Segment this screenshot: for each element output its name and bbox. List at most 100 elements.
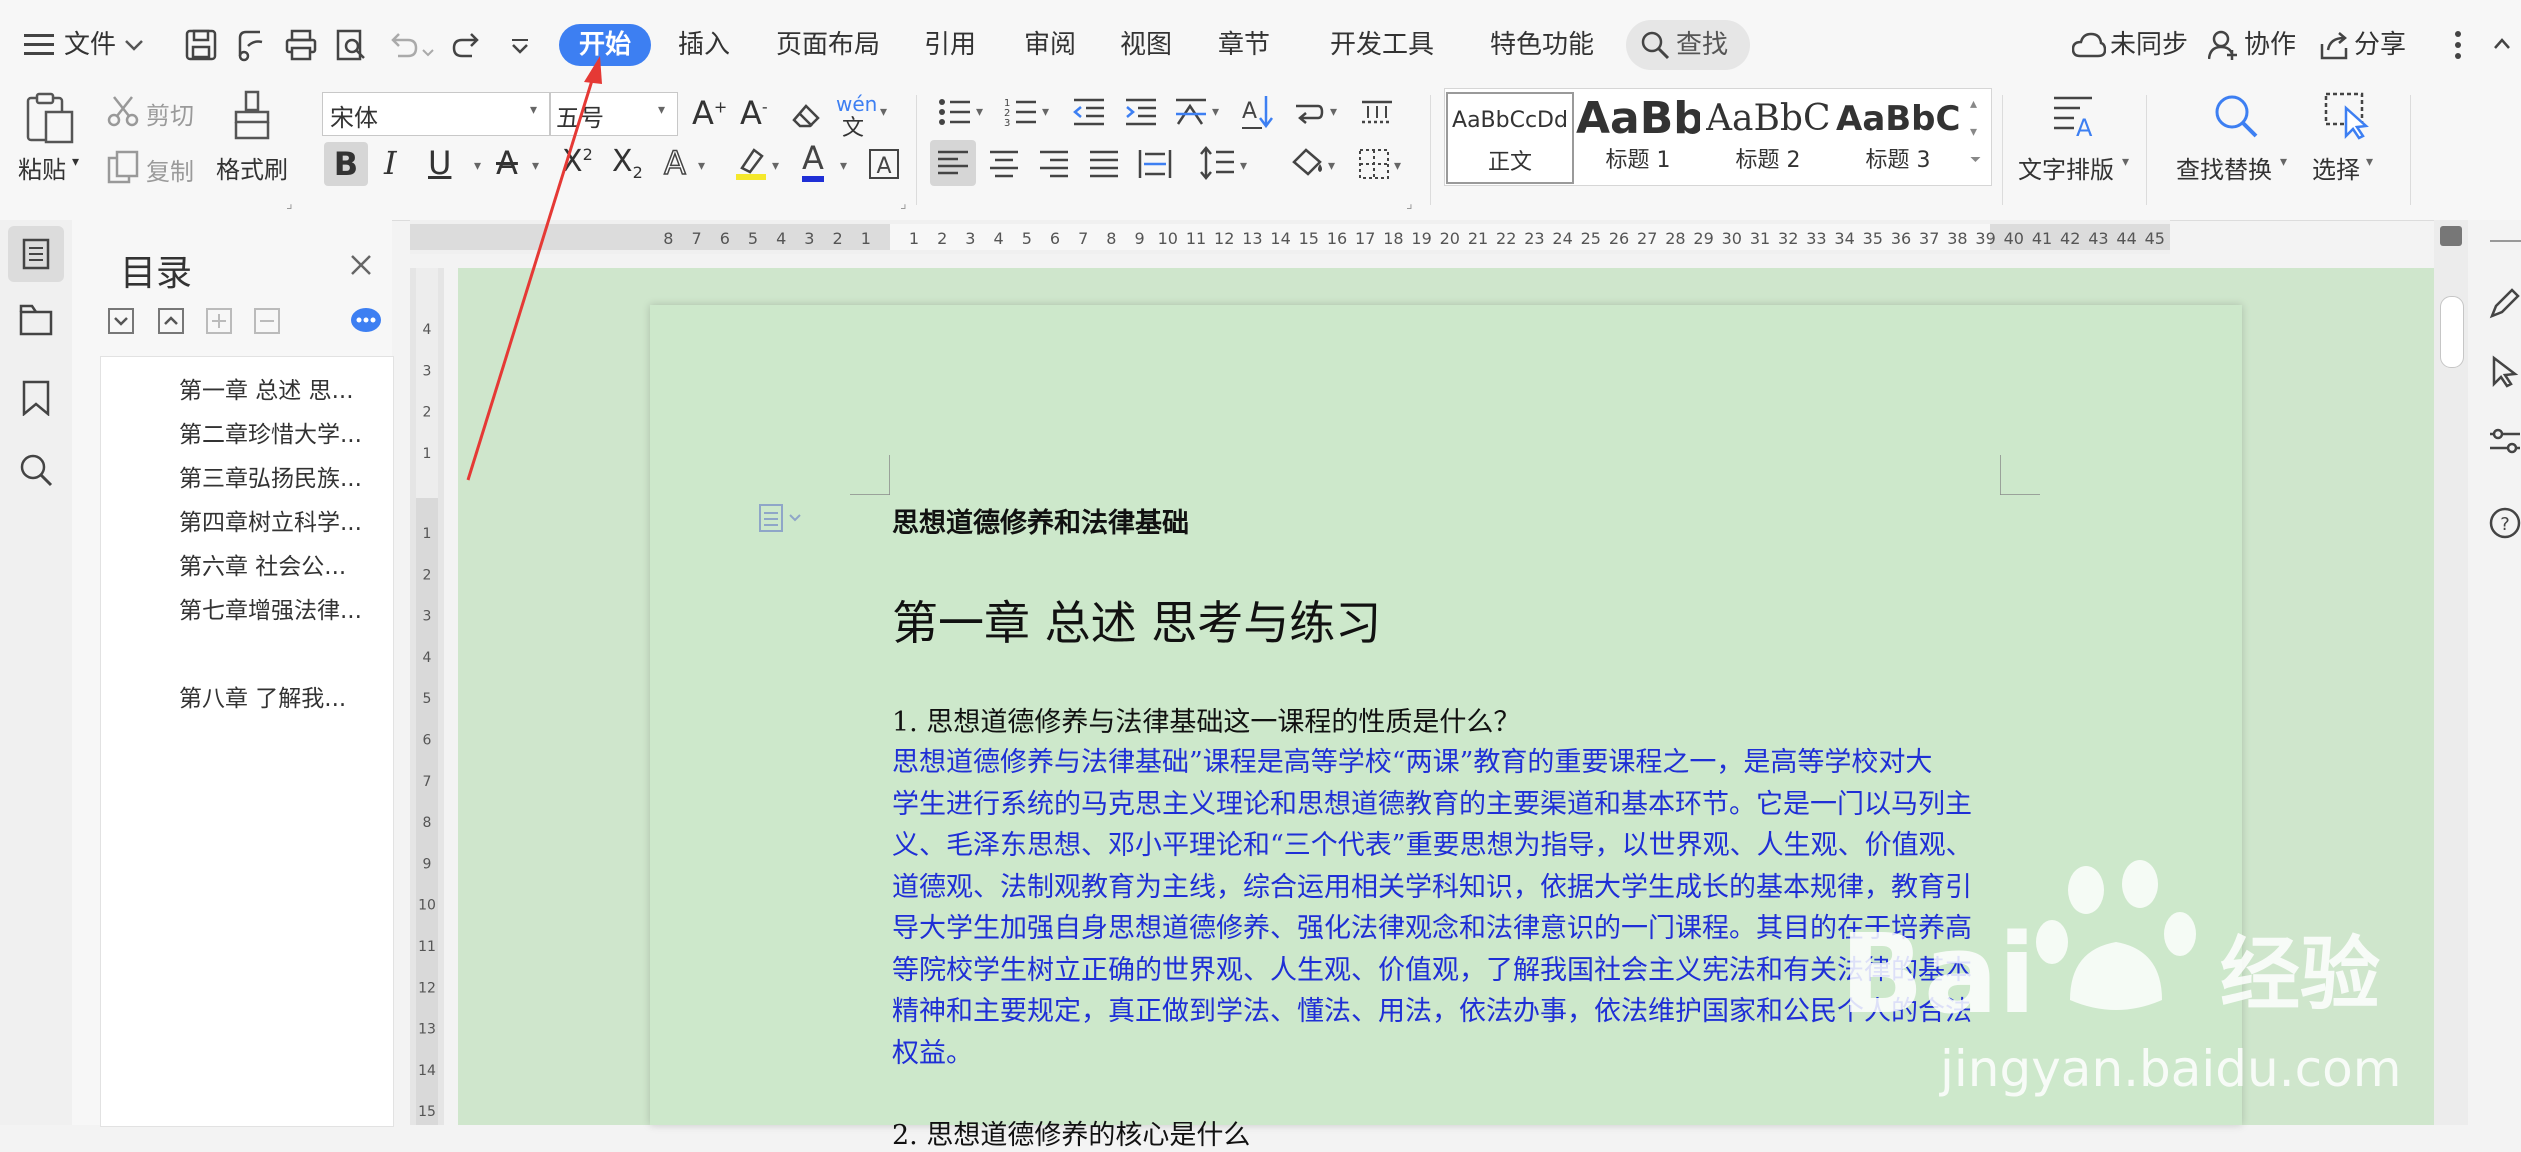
numbered-dropdown-icon[interactable]: ▾ [1042,104,1049,120]
find-replace-dropdown-icon[interactable]: ▾ [2280,154,2287,170]
chinese-layout-icon[interactable] [1174,96,1208,132]
shading-dropdown-icon[interactable]: ▾ [1328,158,1335,174]
help-icon[interactable]: ? [2488,506,2521,544]
align-center-icon[interactable] [988,150,1020,182]
tab-insert[interactable]: 插入 [678,24,730,66]
undo-icon[interactable] [386,28,420,62]
more-options-icon[interactable] [2454,30,2462,64]
superscript-icon[interactable]: X2 [562,144,593,179]
expand-all-icon[interactable] [108,308,134,338]
cut-button[interactable]: 剪切 [146,96,194,131]
align-left-button[interactable] [930,140,976,186]
scrollbar-thumb[interactable] [2440,296,2464,368]
tab-developer[interactable]: 开发工具 [1330,24,1434,66]
tab-page-layout[interactable]: 页面布局 [776,24,880,66]
tab-references[interactable]: 引用 [924,24,976,66]
cloud-sync-icon[interactable] [2071,30,2107,64]
pen-icon[interactable] [2488,286,2521,324]
toc-settings-icon[interactable] [350,306,382,338]
strikethrough-dropdown-icon[interactable]: ▾ [532,158,539,174]
paragraph-dialog-launcher[interactable]: ⌟ [1406,196,1413,212]
export-icon[interactable] [234,28,268,62]
customize-toolbar-icon[interactable] [510,38,530,58]
style-heading-3[interactable]: AaBbC 标题 3 [1836,92,1960,180]
highlight-icon[interactable] [734,146,768,186]
share-icon[interactable] [2318,30,2350,64]
toc-item[interactable]: 第二章珍惜大学... [179,415,362,449]
scroll-top-button[interactable] [2440,226,2462,246]
align-right-icon[interactable] [1038,150,1070,182]
borders-dropdown-icon[interactable]: ▾ [1394,158,1401,174]
adjust-settings-icon[interactable] [2488,424,2521,462]
redo-icon[interactable] [450,28,484,62]
bold-button[interactable]: B [324,142,368,186]
tab-view[interactable]: 视图 [1120,24,1172,66]
style-heading-2[interactable]: AaBbC 标题 2 [1706,92,1830,180]
sort-icon[interactable]: A [1240,94,1274,134]
collaborate-label[interactable]: 协作 [2244,24,2296,66]
font-name-dropdown-icon[interactable]: ▾ [530,102,537,118]
file-menu[interactable]: 文件 [64,24,116,66]
undo-dropdown-icon[interactable] [422,42,434,61]
remove-heading-icon[interactable] [254,308,280,338]
style-normal[interactable]: AaBbCcDd 正文 [1446,92,1574,184]
vertical-ruler[interactable]: 4 3 2 1 1 2 3 4 5 6 7 8 9 10 11 12 13 14 15 [410,268,444,1125]
gallery-scroll-down-icon[interactable]: ▾ [1970,124,1977,140]
text-direction-dropdown-icon[interactable]: ▾ [1330,104,1337,120]
borders-icon[interactable] [1358,148,1390,184]
find-nav-icon[interactable] [18,452,54,492]
find-replace-icon[interactable] [2212,92,2260,144]
tab-chapter[interactable]: 章节 [1218,24,1270,66]
paste-icon[interactable] [24,92,78,150]
add-heading-icon[interactable] [206,308,232,338]
character-border-icon[interactable]: A [868,148,900,184]
toc-item[interactable]: 第三章弘扬民族... [179,459,362,493]
print-preview-icon[interactable] [334,28,368,62]
format-painter-button[interactable]: 格式刷 [216,150,288,185]
select-dropdown-icon[interactable]: ▾ [2366,154,2373,170]
italic-icon[interactable]: I [384,144,397,182]
table-tab-icon[interactable] [1360,96,1394,132]
vertical-scrollbar[interactable] [2434,220,2468,1125]
gallery-more-icon[interactable]: ⏷ [1970,152,1981,168]
decrease-font-size-icon[interactable]: A- [740,94,768,132]
chapter-nav-icon[interactable] [18,302,54,342]
select-button[interactable]: 选择 [2312,150,2360,185]
justify-icon[interactable] [1088,150,1120,182]
collaborate-icon[interactable] [2207,30,2238,64]
font-color-icon[interactable]: A [802,140,824,182]
hamburger-menu-icon[interactable] [24,32,54,62]
chevron-down-icon[interactable] [124,38,144,57]
copy-button[interactable]: 复制 [146,152,194,187]
clear-formatting-icon[interactable] [790,98,824,134]
text-effect-icon[interactable]: A [663,143,686,183]
font-dialog-launcher[interactable]: ⌟ [900,196,907,212]
sync-status[interactable]: 未同步 [2110,24,2188,66]
numbered-list-icon[interactable]: 123 [1004,96,1038,132]
toc-item[interactable]: 第四章树立科学... [179,503,362,537]
font-color-dropdown-icon[interactable]: ▾ [840,158,847,174]
find-replace-button[interactable]: 查找替换 [2176,150,2272,185]
clipboard-dialog-launcher[interactable]: ⌟ [286,196,293,212]
bullet-dropdown-icon[interactable]: ▾ [976,104,983,120]
highlight-dropdown-icon[interactable]: ▾ [772,158,779,174]
font-size-dropdown-icon[interactable]: ▾ [658,102,665,118]
pointer-icon[interactable] [2488,354,2521,392]
tab-home[interactable]: 开始 [559,24,652,66]
phonetic-dropdown-icon[interactable]: ▾ [880,104,887,120]
format-painter-icon[interactable] [232,90,272,146]
collapse-all-icon[interactable] [158,308,184,338]
shading-icon[interactable] [1290,146,1326,186]
underline-dropdown-icon[interactable]: ▾ [474,158,481,174]
bullet-list-icon[interactable] [938,96,972,132]
increase-indent-icon[interactable] [1124,96,1158,132]
decrease-indent-icon[interactable] [1072,96,1106,132]
paragraph-settings-icon[interactable] [758,503,808,537]
toc-item[interactable]: 第六章 社会公... [179,547,346,581]
text-direction-icon[interactable] [1292,96,1326,132]
select-icon[interactable] [2324,90,2372,144]
line-spacing-icon[interactable] [1200,146,1236,184]
text-layout-dropdown-icon[interactable]: ▾ [2122,154,2129,170]
style-heading-1[interactable]: AaBb 标题 1 [1576,92,1700,180]
tab-review[interactable]: 审阅 [1024,24,1076,66]
